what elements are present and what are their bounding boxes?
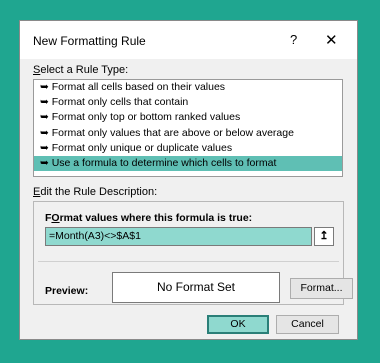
rule-type-item-cells-contain[interactable]: ➥ Format only cells that contain [34,95,342,110]
rule-type-label: Select a Rule Type: [33,64,129,76]
rule-description-panel: FOrmat values where this formula is true… [33,201,353,305]
preview-label: Preview: [45,285,89,297]
title-bar: New Formatting Rule ? ✕ [20,21,357,59]
dialog-title: New Formatting Rule [33,34,146,48]
format-button[interactable]: Format... [290,278,353,299]
preview-box: No Format Set [112,272,280,303]
help-button[interactable]: ? [290,32,297,47]
formula-input[interactable]: =Month(A3)<>$A$1 [45,227,312,246]
rule-type-list[interactable]: ➥ Format all cells based on their values… [33,79,343,177]
divider [38,261,339,262]
rule-type-item-all-values[interactable]: ➥ Format all cells based on their values [34,80,342,95]
rule-type-item-formula[interactable]: ➥ Use a formula to determine which cells… [34,155,342,172]
ok-button[interactable]: OK [207,315,269,334]
rule-type-item-unique-duplicate[interactable]: ➥ Format only unique or duplicate values [34,141,342,156]
edit-description-label: Edit the Rule Description: [33,186,158,198]
rule-type-item-top-bottom[interactable]: ➥ Format only top or bottom ranked value… [34,110,342,125]
cancel-button[interactable]: Cancel [276,315,339,334]
new-formatting-rule-dialog: New Formatting Rule ? ✕ Select a Rule Ty… [19,20,358,340]
rule-type-item-above-below-average[interactable]: ➥ Format only values that are above or b… [34,126,342,141]
collapse-dialog-icon[interactable]: ↥ [314,227,334,246]
close-button[interactable]: ✕ [325,31,338,49]
formula-label: FOrmat values where this formula is true… [45,212,253,224]
